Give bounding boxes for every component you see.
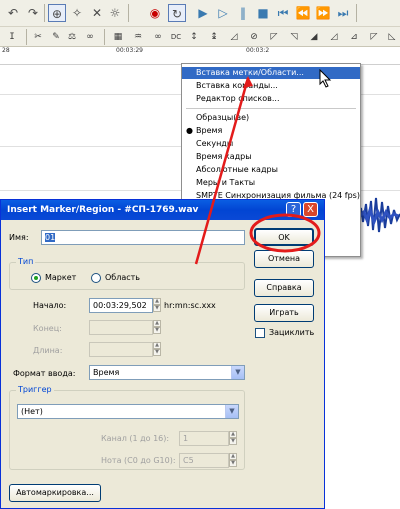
annotation-arrow — [194, 77, 250, 265]
arrow-head-icon — [243, 76, 253, 88]
highlight-ellipse — [249, 213, 321, 253]
annotation-overlay — [194, 76, 321, 265]
